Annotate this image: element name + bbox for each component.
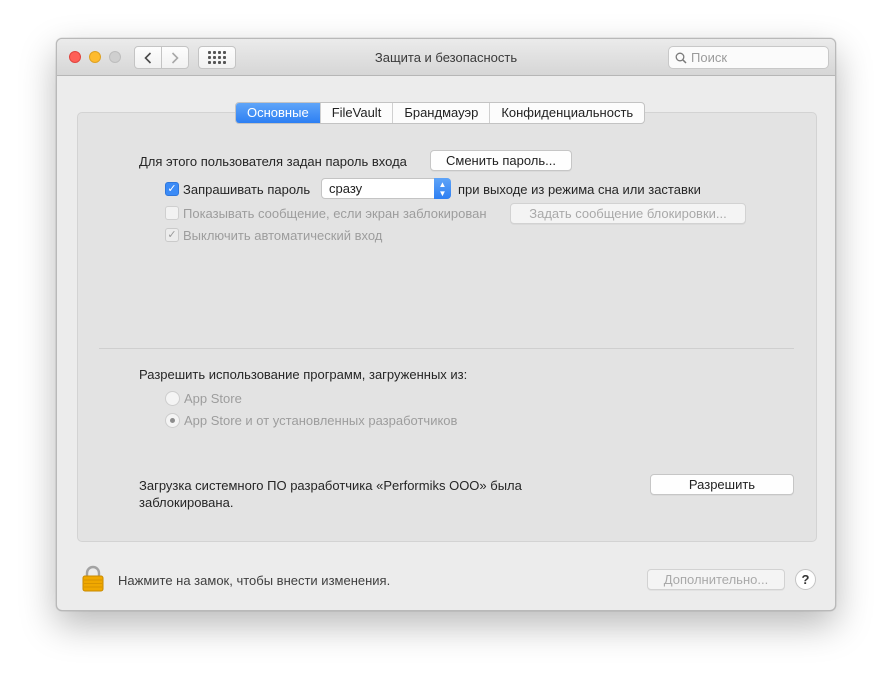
disable-autologin-label: Выключить автоматический вход [183, 228, 383, 243]
tab-filevault[interactable]: FileVault [319, 103, 393, 123]
preferences-window: Защита и безопасность Для этого пользова… [56, 38, 836, 611]
require-password-checkbox[interactable]: ✓ [165, 182, 179, 196]
change-password-button[interactable]: Сменить пароль... [430, 150, 572, 171]
section-divider [99, 348, 794, 349]
disable-autologin-checkbox[interactable]: ✓ [165, 228, 179, 242]
advanced-button[interactable]: Дополнительно... [647, 569, 785, 590]
show-message-label: Показывать сообщение, если экран заблоки… [183, 206, 487, 221]
show-message-checkbox[interactable] [165, 206, 179, 220]
blocked-software-line2: заблокирована. [139, 495, 234, 510]
radio-app-store[interactable] [165, 391, 180, 406]
require-password-select[interactable]: сразу ▲ ▼ [321, 178, 451, 199]
tab-privacy[interactable]: Конфиденциальность [489, 103, 644, 123]
require-password-select-value: сразу [329, 181, 363, 196]
allow-apps-heading: Разрешить использование программ, загруж… [139, 367, 468, 382]
require-password-label: Запрашивать пароль [183, 182, 311, 197]
tab-bar: Основные FileVault Брандмауэр Конфиденци… [235, 102, 646, 124]
password-set-text: Для этого пользователя задан пароль вход… [139, 154, 407, 169]
radio-app-store-identified-label: App Store и от установленных разработчик… [184, 413, 458, 428]
radio-app-store-identified[interactable] [165, 413, 180, 428]
search-field[interactable] [668, 46, 829, 69]
search-input[interactable] [691, 50, 821, 65]
select-chevron-icon: ▲ ▼ [434, 178, 451, 199]
lock-hint-text: Нажмите на замок, чтобы внести изменения… [118, 573, 391, 588]
settings-panel: Для этого пользователя задан пароль вход… [77, 112, 817, 542]
allow-button[interactable]: Разрешить [650, 474, 794, 495]
require-password-suffix: при выходе из режима сна или заставки [458, 182, 701, 197]
radio-app-store-label: App Store [184, 391, 242, 406]
magnifier-icon [675, 52, 687, 64]
tab-general[interactable]: Основные [236, 103, 320, 123]
help-button[interactable]: ? [795, 569, 816, 590]
title-bar: Защита и безопасность [57, 39, 835, 76]
tab-firewall[interactable]: Брандмауэр [392, 103, 489, 123]
lock-icon[interactable] [81, 565, 105, 592]
set-lock-message-button[interactable]: Задать сообщение блокировки... [510, 203, 746, 224]
blocked-software-line1: Загрузка системного ПО разработчика «Per… [139, 478, 522, 493]
